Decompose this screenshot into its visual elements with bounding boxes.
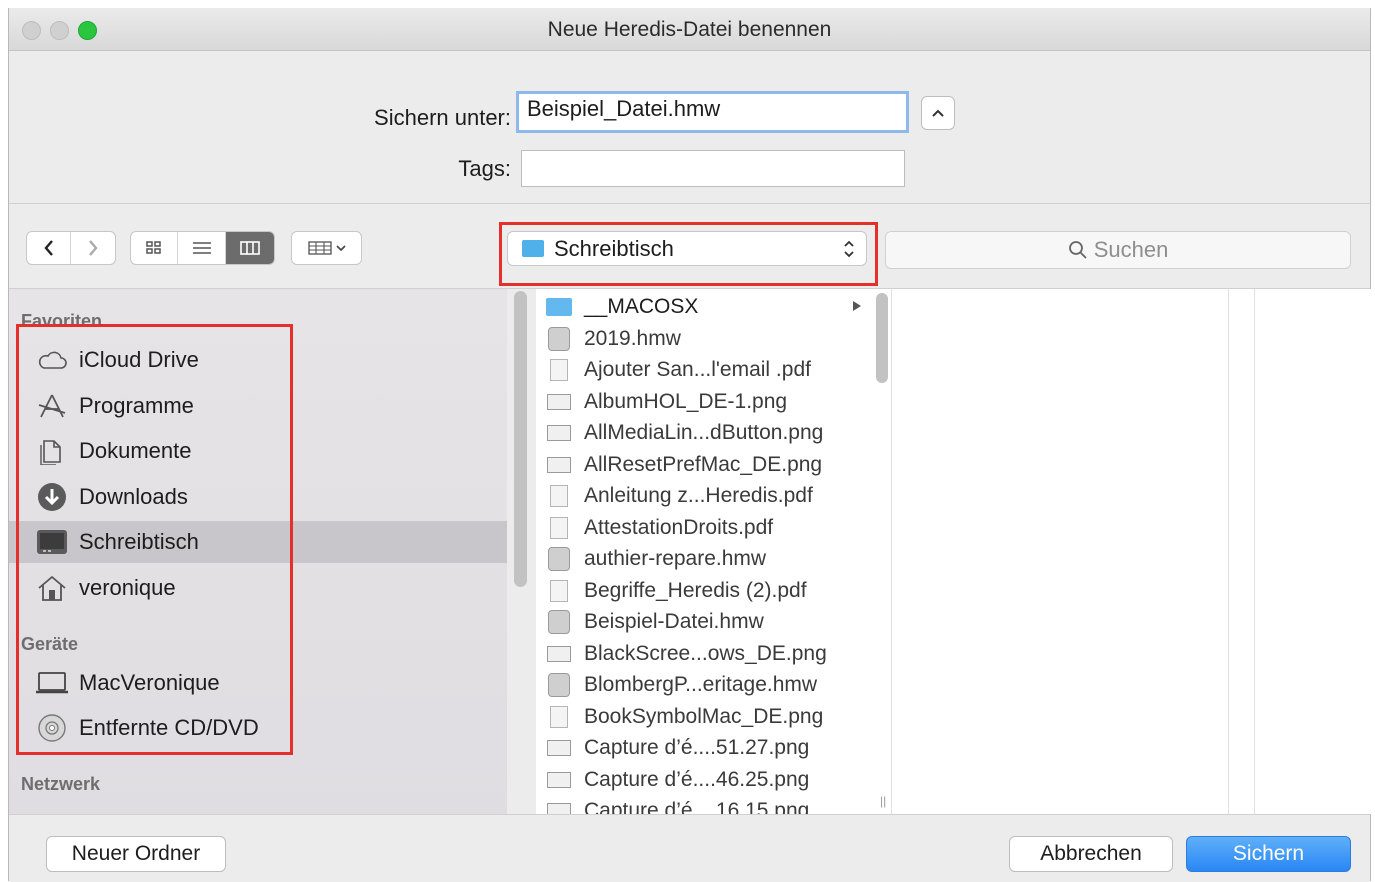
save-dialog-window: Neue Heredis-Datei benennen Sichern unte… (8, 8, 1371, 882)
file-name: Beispiel-Datei.hmw (584, 609, 764, 633)
preview-column: || (880, 289, 1229, 814)
file-row[interactable]: Capture d’é....51.27.png (536, 732, 891, 763)
file-row[interactable]: Capture d’é....16.15.png (536, 795, 891, 814)
file-row[interactable]: __MACOSX (536, 291, 891, 322)
file-row[interactable]: AllMediaLin...dButton.png (536, 417, 891, 448)
bottom-bar: Neuer Ordner Abbrechen Sichern (9, 814, 1370, 882)
grid-view-icon (146, 241, 161, 254)
hmw-file-icon (546, 326, 572, 351)
file-row[interactable]: Anleitung z...Heredis.pdf (536, 480, 891, 511)
png-file-icon (546, 799, 572, 814)
file-name: BlombergP...eritage.hmw (584, 672, 818, 696)
arrange-menu-button[interactable] (292, 232, 361, 264)
file-column: __MACOSX 2019.hmw Ajouter San...l'email … (536, 289, 891, 814)
file-name: AllResetPrefMac_DE.png (584, 452, 823, 476)
chevron-right-icon (89, 240, 98, 256)
browser-toolbar: Schreibtisch Suchen (9, 204, 1370, 289)
highlight-location-box (499, 222, 878, 286)
file-name: authier-repare.hmw (584, 546, 767, 570)
column-view-icon (240, 241, 260, 255)
back-forward-control (26, 231, 116, 265)
save-as-input[interactable]: Beispiel_Datei.hmw (516, 91, 909, 133)
file-name: Anleitung z...Heredis.pdf (584, 483, 813, 507)
search-placeholder: Suchen (1093, 237, 1169, 262)
file-name: AlbumHOL_DE-1.png (584, 389, 788, 413)
hmw-file-icon (546, 609, 572, 634)
file-name: BlackScree...ows_DE.png (584, 641, 827, 665)
window-title: Neue Heredis-Datei benennen (547, 18, 832, 41)
network-header: Netzwerk (21, 774, 101, 794)
file-row[interactable]: AlbumHOL_DE-1.png (536, 386, 891, 417)
file-name: AttestationDroits.pdf (584, 515, 774, 539)
file-name: Capture d’é....16.15.png (584, 798, 810, 815)
file-row[interactable]: AttestationDroits.pdf (536, 512, 891, 543)
chevron-up-icon (932, 109, 944, 117)
file-row[interactable]: BookSymbolMac_DE.png (536, 701, 891, 732)
file-name: BookSymbolMac_DE.png (584, 704, 824, 728)
file-row[interactable]: BlackScree...ows_DE.png (536, 638, 891, 669)
png-file-icon (546, 705, 572, 729)
save-button[interactable]: Sichern (1186, 836, 1351, 872)
file-row[interactable]: Beispiel-Datei.hmw (536, 606, 891, 637)
back-button[interactable] (27, 232, 72, 264)
file-name: Ajouter San...l'email .pdf (584, 357, 811, 381)
list-view-button[interactable] (178, 232, 226, 264)
hmw-file-icon (546, 672, 572, 697)
file-row[interactable]: Begriffe_Heredis (2).pdf (536, 575, 891, 606)
file-column-scrollbar[interactable] (876, 293, 888, 383)
file-name: 2019.hmw (584, 326, 681, 350)
file-name: Begriffe_Heredis (2).pdf (584, 578, 807, 602)
png-file-icon (546, 421, 572, 445)
forward-button[interactable] (71, 232, 115, 264)
tags-input[interactable] (521, 150, 905, 187)
pdf-file-icon (546, 516, 572, 540)
column-view-button[interactable] (225, 232, 274, 264)
chevron-left-icon (43, 240, 53, 256)
empty-column (1254, 289, 1371, 814)
save-as-label: Sichern unter: (374, 105, 511, 130)
pdf-file-icon (546, 579, 572, 603)
png-file-icon (546, 390, 572, 414)
folder-icon (546, 295, 572, 319)
empty-column (1228, 289, 1255, 814)
tags-label: Tags: (458, 156, 511, 181)
hmw-file-icon (546, 546, 572, 571)
file-row[interactable]: 2019.hmw (536, 323, 891, 354)
png-file-icon (546, 736, 572, 760)
highlight-sidebar-box (16, 324, 293, 755)
arrange-icon (307, 241, 346, 255)
title-bar: Neue Heredis-Datei benennen (9, 8, 1370, 51)
icon-view-button[interactable] (131, 232, 179, 264)
pdf-file-icon (546, 484, 572, 508)
file-name: Capture d’é....46.25.png (584, 767, 810, 791)
file-row[interactable]: authier-repare.hmw (536, 543, 891, 574)
group-options-control (291, 231, 362, 265)
file-name: AllMediaLin...dButton.png (584, 420, 824, 444)
new-folder-button[interactable]: Neuer Ordner (46, 836, 226, 872)
view-mode-control (130, 231, 275, 265)
search-field[interactable]: Suchen (885, 231, 1351, 269)
png-file-icon (546, 768, 572, 792)
file-name: __MACOSX (584, 294, 699, 318)
save-fields-area: Sichern unter: Beispiel_Datei.hmw Tags: (9, 51, 1370, 204)
expand-dialog-button[interactable] (921, 96, 955, 130)
file-row[interactable]: AllResetPrefMac_DE.png (536, 449, 891, 480)
png-file-icon (546, 453, 572, 477)
file-name: Capture d’é....51.27.png (584, 735, 810, 759)
file-row[interactable]: Capture d’é....46.25.png (536, 764, 891, 795)
file-row[interactable]: Ajouter San...l'email .pdf (536, 354, 891, 385)
sidebar-scrollbar[interactable] (514, 291, 527, 587)
png-file-icon (546, 642, 572, 666)
pdf-file-icon (546, 358, 572, 382)
column-resize-handle[interactable]: || (880, 794, 886, 808)
file-row[interactable]: BlombergP...eritage.hmw (536, 669, 891, 700)
cancel-button[interactable]: Abbrechen (1009, 836, 1173, 872)
search-icon (1068, 241, 1087, 259)
list-view-icon (192, 242, 211, 254)
disclosure-arrow-icon (853, 301, 861, 311)
